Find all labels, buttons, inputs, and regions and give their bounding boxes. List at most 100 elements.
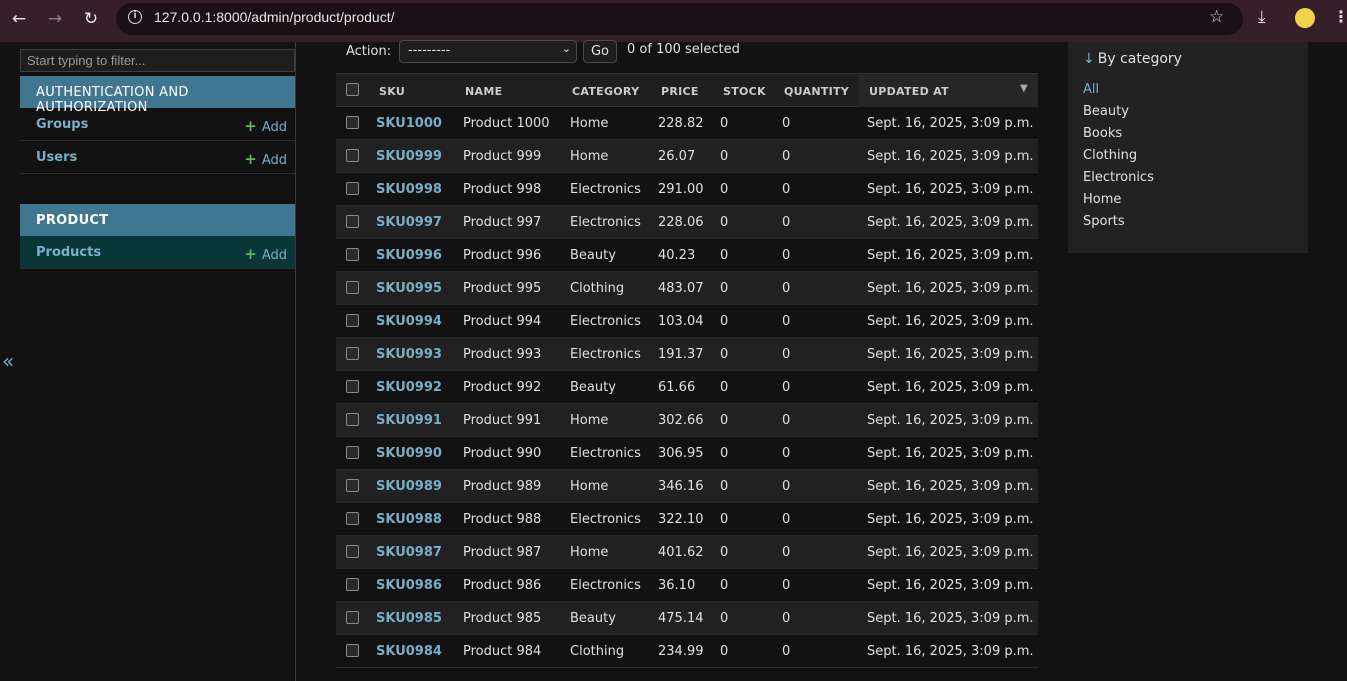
select-all-checkbox[interactable]	[346, 83, 359, 96]
module-auth-caption[interactable]: AUTHENTICATION AND AUTHORIZATION	[20, 76, 295, 115]
cell-sku[interactable]: SKU0989	[376, 479, 442, 494]
cell-sku[interactable]: SKU0985	[376, 611, 442, 626]
cell-sku[interactable]: SKU0984	[376, 644, 442, 659]
filter-option-clothing[interactable]: Clothing	[1083, 148, 1137, 163]
filter-option-home[interactable]: Home	[1083, 192, 1121, 207]
filter-option-books[interactable]: Books	[1083, 126, 1122, 141]
filter-heading[interactable]: ↓ By category	[1083, 51, 1182, 67]
row-select-checkbox[interactable]	[346, 446, 359, 459]
cell-quantity: 0	[782, 611, 791, 626]
column-header-category[interactable]: CATEGORY	[572, 85, 639, 98]
row-select-checkbox[interactable]	[346, 314, 359, 327]
products-add-link[interactable]: + Add	[244, 245, 287, 263]
column-header-sku[interactable]: SKU	[379, 85, 405, 98]
row-select-checkbox[interactable]	[346, 215, 359, 228]
cell-sku[interactable]: SKU0998	[376, 182, 442, 197]
filter-option-sports[interactable]: Sports	[1083, 214, 1125, 229]
table-row: SKU0986 Product 986 Electronics 36.10 0 0 Sept…	[336, 569, 1038, 602]
plus-icon: +	[244, 117, 257, 135]
cell-sku[interactable]: SKU0995	[376, 281, 442, 296]
filter-option-electronics[interactable]: Electronics	[1083, 170, 1154, 185]
row-select-checkbox[interactable]	[346, 182, 359, 195]
profile-avatar[interactable]	[1295, 8, 1315, 28]
module-product-caption[interactable]: PRODUCT	[20, 204, 295, 236]
download-icon[interactable]: ⤓	[1258, 7, 1266, 27]
cell-sku[interactable]: SKU0992	[376, 380, 442, 395]
row-select-checkbox[interactable]	[346, 644, 359, 657]
cell-updated-at: Sept. 16, 2025, 3:09 p.m.	[867, 314, 1034, 329]
row-select-checkbox[interactable]	[346, 479, 359, 492]
filter-option-beauty[interactable]: Beauty	[1083, 104, 1129, 119]
cell-sku[interactable]: SKU0996	[376, 248, 442, 263]
users-link[interactable]: Users	[36, 150, 77, 165]
cell-updated-at: Sept. 16, 2025, 3:09 p.m.	[867, 578, 1034, 593]
cell-sku[interactable]: SKU0993	[376, 347, 442, 362]
back-icon[interactable]: ←	[8, 8, 30, 30]
nav-filter-input[interactable]	[20, 49, 295, 72]
cell-sku[interactable]: SKU0987	[376, 545, 442, 560]
products-link[interactable]: Products	[36, 245, 101, 260]
browser-menu-icon[interactable]: ⋮	[1333, 7, 1347, 26]
cell-price: 228.06	[658, 215, 704, 230]
cell-price: 234.99	[658, 644, 704, 659]
sort-descending-icon[interactable]: ▼	[1020, 83, 1028, 94]
cell-stock: 0	[720, 215, 729, 230]
browser-toolbar: ← → ↻ i 127.0.0.1:8000/admin/product/pro…	[0, 0, 1347, 42]
reload-icon[interactable]: ↻	[80, 8, 102, 30]
users-add-link[interactable]: + Add	[244, 150, 287, 168]
row-select-checkbox[interactable]	[346, 380, 359, 393]
site-info-icon[interactable]: i	[128, 10, 142, 24]
row-select-checkbox[interactable]	[346, 512, 359, 525]
row-select-checkbox[interactable]	[346, 116, 359, 129]
cell-sku[interactable]: SKU0991	[376, 413, 442, 428]
cell-sku[interactable]: SKU0988	[376, 512, 442, 527]
nav-item-users[interactable]: Users + Add	[20, 141, 295, 174]
cell-name: Product 986	[463, 578, 542, 593]
column-header-quantity[interactable]: QUANTITY	[784, 85, 849, 98]
row-select-checkbox[interactable]	[346, 149, 359, 162]
table-row: SKU0984 Product 984 Clothing 234.99 0 0 Sept. …	[336, 635, 1038, 668]
cell-sku[interactable]: SKU0999	[376, 149, 442, 164]
cell-sku[interactable]: SKU1000	[376, 116, 442, 131]
column-header-price[interactable]: PRICE	[661, 85, 699, 98]
cell-updated-at: Sept. 16, 2025, 3:09 p.m.	[867, 512, 1034, 527]
cell-sku[interactable]: SKU0986	[376, 578, 442, 593]
nav-collapse-toggle[interactable]: «	[2, 349, 14, 373]
cell-name: Product 985	[463, 611, 542, 626]
nav-item-groups[interactable]: Groups + Add	[20, 108, 295, 141]
cell-price: 228.82	[658, 116, 704, 131]
bookmark-star-icon[interactable]: ☆	[1209, 7, 1224, 27]
row-select-checkbox[interactable]	[346, 611, 359, 624]
column-header-name[interactable]: NAME	[465, 85, 502, 98]
arrow-down-icon: ↓	[1083, 51, 1095, 67]
column-header-updated-at[interactable]: UPDATED AT	[869, 85, 949, 98]
url-text[interactable]: 127.0.0.1:8000/admin/product/product/	[154, 9, 395, 25]
cell-name: Product 993	[463, 347, 542, 362]
groups-link[interactable]: Groups	[36, 117, 88, 132]
cell-category: Electronics	[570, 578, 641, 593]
row-select-checkbox[interactable]	[346, 347, 359, 360]
row-select-checkbox[interactable]	[346, 578, 359, 591]
go-button[interactable]: Go	[583, 40, 617, 63]
cell-name: Product 998	[463, 182, 542, 197]
column-header-stock[interactable]: STOCK	[723, 85, 766, 98]
cell-sku[interactable]: SKU0994	[376, 314, 442, 329]
cell-sku[interactable]: SKU0990	[376, 446, 442, 461]
forward-icon[interactable]: →	[44, 8, 66, 30]
cell-updated-at: Sept. 16, 2025, 3:09 p.m.	[867, 116, 1034, 131]
row-select-checkbox[interactable]	[346, 281, 359, 294]
cell-quantity: 0	[782, 446, 791, 461]
filter-option-all[interactable]: All	[1083, 82, 1099, 97]
cell-price: 26.07	[658, 149, 696, 164]
cell-sku[interactable]: SKU0997	[376, 215, 442, 230]
row-select-checkbox[interactable]	[346, 413, 359, 426]
cell-quantity: 0	[782, 479, 791, 494]
groups-add-link[interactable]: + Add	[244, 117, 287, 135]
cell-stock: 0	[720, 149, 729, 164]
cell-category: Clothing	[570, 281, 625, 296]
nav-item-products[interactable]: Products + Add	[20, 236, 295, 269]
cell-stock: 0	[720, 116, 729, 131]
action-select[interactable]: --------- ⌄	[399, 40, 577, 63]
row-select-checkbox[interactable]	[346, 545, 359, 558]
row-select-checkbox[interactable]	[346, 248, 359, 261]
